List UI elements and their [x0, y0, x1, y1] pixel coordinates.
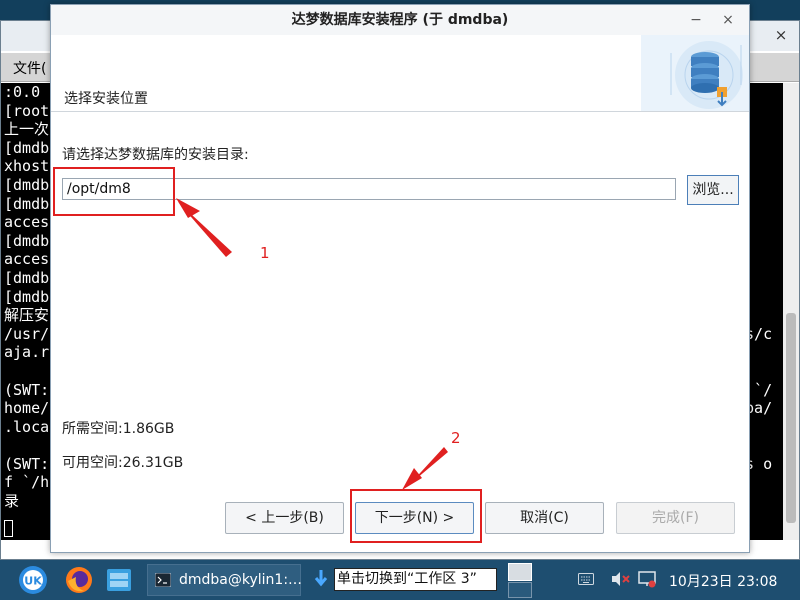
annotation-arrow-1-head	[176, 198, 200, 218]
terminal-icon	[155, 573, 171, 587]
taskbar-item-terminal-label: dmdba@kylin1:…	[179, 572, 303, 588]
annotation-arrows	[176, 198, 448, 490]
svg-text:UK: UK	[24, 575, 42, 588]
workspace-tooltip: 单击切换到“工作区 3”	[334, 568, 497, 591]
start-menu-icon[interactable]: UK	[18, 565, 48, 595]
keyboard-icon[interactable]	[578, 573, 594, 585]
file-manager-icon[interactable]	[104, 565, 134, 595]
workspace-switcher-2[interactable]	[508, 582, 532, 598]
taskbar-clock[interactable]: 10月23日 23:08	[669, 571, 777, 591]
firefox-icon[interactable]	[64, 565, 94, 595]
taskbar-item-terminal[interactable]: dmdba@kylin1:…	[147, 564, 303, 596]
annotation-arrow-2-head	[402, 468, 422, 490]
network-icon[interactable]	[638, 570, 656, 588]
taskbar: UK dmdba@kylin1:… 单击切换到“工作区 3” 10月23日 23…	[0, 560, 800, 600]
download-icon[interactable]	[313, 569, 329, 589]
volume-muted-icon[interactable]	[610, 570, 630, 588]
workspace-switcher-1[interactable]	[508, 563, 532, 581]
